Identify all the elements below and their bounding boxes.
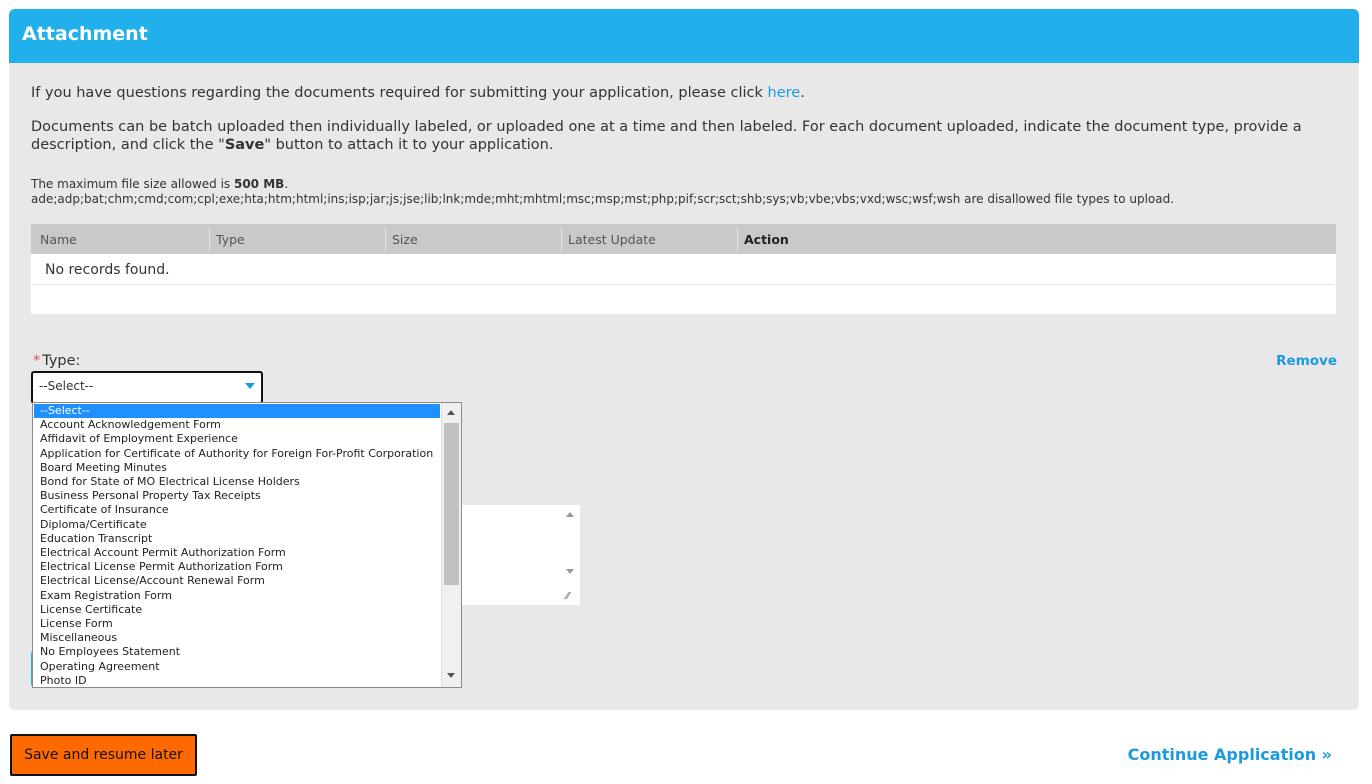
batch-upload-instructions: Documents can be batch uploaded then ind… — [31, 118, 1331, 154]
continue-application-link[interactable]: Continue Application » — [1128, 745, 1332, 764]
no-records-text: No records found. — [45, 262, 170, 278]
resize-grip-icon[interactable]: ⁄⁄ — [566, 591, 578, 603]
column-header-size[interactable]: Size — [392, 232, 418, 247]
dropdown-option[interactable]: No Employees Statement — [34, 645, 440, 659]
dropdown-option[interactable]: Bond for State of MO Electrical License … — [34, 475, 440, 489]
column-header-action: Action — [744, 232, 789, 247]
questions-text: If you have questions regarding the docu… — [31, 85, 805, 101]
dropdown-option[interactable]: Operating Agreement — [34, 660, 440, 674]
dropdown-option[interactable]: Electrical License Permit Authorization … — [34, 560, 440, 574]
here-link[interactable]: here — [768, 85, 801, 101]
scroll-up-icon[interactable] — [566, 512, 574, 517]
max-size-suffix: . — [284, 177, 289, 191]
dropdown-option[interactable]: Photo ID — [34, 674, 440, 687]
attachments-table: Name Type Size Latest Update Action No r… — [31, 224, 1336, 314]
description-textarea[interactable]: ⁄⁄ — [449, 505, 580, 605]
type-dropdown-list[interactable]: --Select-- Account Acknowledgement Form Af… — [32, 402, 462, 688]
dropdown-option[interactable]: Application for Certificate of Authority… — [34, 447, 440, 461]
file-size-info: The maximum file size allowed is 500 MB.… — [31, 177, 1174, 207]
dropdown-option[interactable]: Electrical License/Account Renewal Form — [34, 574, 440, 588]
batch-text-1: Documents can be batch uploaded then ind… — [31, 119, 1302, 153]
column-separator — [385, 227, 386, 251]
column-header-latest-update[interactable]: Latest Update — [568, 232, 656, 247]
dropdown-option[interactable]: Diploma/Certificate — [34, 518, 440, 532]
column-header-type[interactable]: Type — [216, 232, 245, 247]
disallowed-types: ade;adp;bat;chm;cmd;com;cpl;exe;hta;htm;… — [31, 192, 961, 206]
remove-link[interactable]: Remove — [1276, 353, 1337, 369]
column-header-name[interactable]: Name — [40, 232, 77, 247]
type-select-value: --Select-- — [39, 379, 94, 393]
required-asterisk: * — [33, 353, 41, 369]
type-select[interactable]: --Select-- — [31, 371, 263, 404]
questions-end: . — [800, 85, 805, 101]
type-label-text: Type: — [42, 353, 81, 369]
dropdown-option[interactable]: License Certificate — [34, 603, 440, 617]
textarea-scrollbar[interactable] — [560, 505, 580, 605]
scroll-down-icon[interactable] — [447, 673, 455, 678]
table-row: No records found. — [33, 256, 1334, 285]
table-header: Name Type Size Latest Update Action — [31, 224, 1336, 254]
dropdown-option[interactable]: --Select-- — [34, 404, 440, 418]
dropdown-scrollbar[interactable] — [441, 403, 461, 687]
dropdown-option[interactable]: Exam Registration Form — [34, 589, 440, 603]
dropdown-option[interactable]: Affidavit of Employment Experience — [34, 432, 440, 446]
panel-title: Attachment — [22, 23, 148, 45]
column-separator — [737, 227, 738, 251]
chevron-down-icon — [245, 383, 255, 389]
dropdown-option[interactable]: Business Personal Property Tax Receipts — [34, 489, 440, 503]
dropdown-option[interactable]: Education Transcript — [34, 532, 440, 546]
scroll-up-icon[interactable] — [447, 410, 455, 415]
column-separator — [561, 227, 562, 251]
type-label: * Type: — [33, 353, 80, 369]
scroll-down-icon[interactable] — [566, 569, 574, 574]
questions-label: If you have questions regarding the docu… — [31, 85, 768, 101]
batch-text-2: " button to attach it to your applicatio… — [264, 137, 554, 153]
dropdown-option[interactable]: Certificate of Insurance — [34, 503, 440, 517]
save-and-resume-later-button[interactable]: Save and resume later — [10, 734, 197, 776]
dropdown-option[interactable]: Miscellaneous — [34, 631, 440, 645]
disallowed-suffix: are disallowed file types to upload. — [960, 192, 1175, 206]
dropdown-option[interactable]: License Form — [34, 617, 440, 631]
scrollbar-thumb[interactable] — [444, 423, 459, 585]
batch-save-word: Save — [224, 137, 265, 153]
dropdown-option[interactable]: Board Meeting Minutes — [34, 461, 440, 475]
max-size-value: 500 MB — [233, 177, 285, 191]
dropdown-option[interactable]: Electrical Account Permit Authorization … — [34, 546, 440, 560]
column-separator — [209, 227, 210, 251]
panel-header: Attachment — [9, 9, 1359, 63]
max-size-prefix: The maximum file size allowed is — [31, 177, 234, 191]
dropdown-option[interactable]: Account Acknowledgement Form — [34, 418, 440, 432]
